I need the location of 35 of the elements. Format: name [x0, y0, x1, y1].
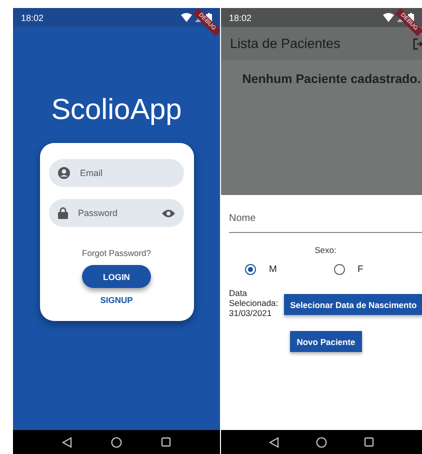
empty-message: Nenhum Paciente cadastrado. [241, 72, 421, 88]
signup-link[interactable]: SIGNUP [100, 295, 133, 305]
home-icon[interactable] [316, 436, 327, 448]
recents-icon[interactable] [364, 437, 374, 447]
wifi-icon [181, 13, 192, 22]
home-icon[interactable] [110, 436, 122, 448]
battery-icon [408, 12, 414, 22]
sex-label: Sexo: [314, 245, 338, 255]
email-input[interactable]: Email [78, 167, 175, 179]
name-field[interactable]: Nome [229, 207, 422, 233]
password-field[interactable]: Password [49, 199, 184, 227]
new-patient-button[interactable]: Novo Paciente [290, 331, 362, 352]
lock-icon [58, 207, 68, 219]
battery-icon [206, 12, 212, 22]
radio-button[interactable] [245, 264, 256, 275]
radio-label: F [358, 264, 364, 275]
status-time: 18:02 [21, 12, 44, 22]
eye-icon[interactable] [162, 208, 175, 218]
selected-date-text: Data Selecionada: 31/03/2021 [229, 289, 278, 318]
recents-icon[interactable] [160, 437, 171, 447]
wifi-icon [383, 13, 394, 22]
back-icon[interactable] [62, 436, 72, 448]
select-date-button[interactable]: Selecionar Data de Nascimento [284, 294, 422, 315]
back-icon[interactable] [269, 436, 280, 448]
email-field[interactable]: Email [49, 159, 184, 187]
app-title: ScolioApp [51, 94, 182, 127]
login-button[interactable]: LOGIN [82, 265, 151, 288]
logout-icon[interactable] [413, 38, 422, 50]
radio-button[interactable] [334, 264, 344, 275]
forgot-password-link[interactable]: Forgot Password? [82, 248, 151, 258]
status-time: 18:02 [229, 12, 252, 22]
radio-label: M [269, 264, 277, 275]
password-input[interactable]: Password [76, 207, 154, 219]
person-icon [58, 167, 70, 179]
app-bar-title: Lista de Pacientes [230, 36, 340, 51]
